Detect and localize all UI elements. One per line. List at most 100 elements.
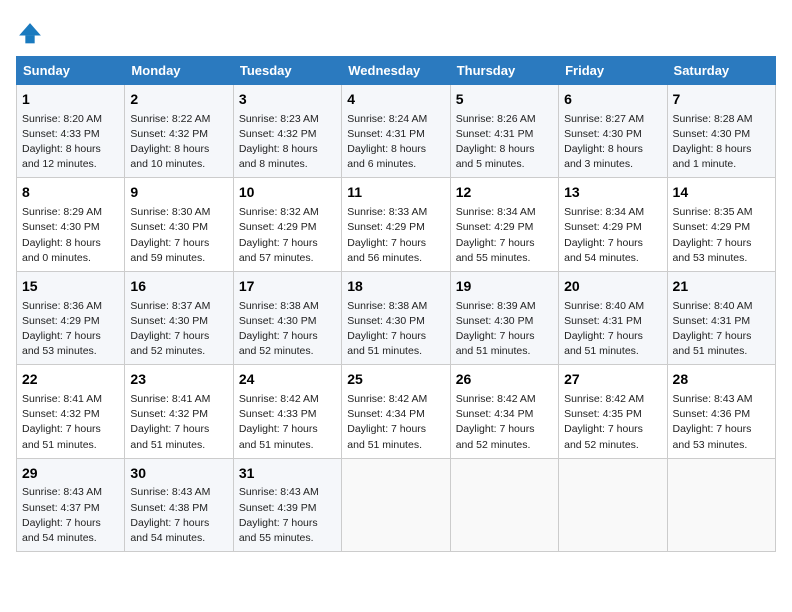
- day-info: Sunrise: 8:32 AMSunset: 4:29 PMDaylight:…: [239, 205, 336, 266]
- calendar-header-wednesday: Wednesday: [342, 57, 450, 85]
- calendar-cell: 5Sunrise: 8:26 AMSunset: 4:31 PMDaylight…: [450, 85, 558, 178]
- day-info: Sunrise: 8:34 AMSunset: 4:29 PMDaylight:…: [456, 205, 553, 266]
- calendar-header-monday: Monday: [125, 57, 233, 85]
- day-number: 29: [22, 464, 119, 484]
- day-info: Sunrise: 8:43 AMSunset: 4:36 PMDaylight:…: [673, 392, 770, 453]
- calendar-cell: 11Sunrise: 8:33 AMSunset: 4:29 PMDayligh…: [342, 178, 450, 271]
- day-number: 19: [456, 277, 553, 297]
- day-number: 30: [130, 464, 227, 484]
- logo-icon: [16, 20, 44, 48]
- calendar-cell: 27Sunrise: 8:42 AMSunset: 4:35 PMDayligh…: [559, 365, 667, 458]
- day-number: 21: [673, 277, 770, 297]
- calendar-cell: 1Sunrise: 8:20 AMSunset: 4:33 PMDaylight…: [17, 85, 125, 178]
- calendar-cell: 8Sunrise: 8:29 AMSunset: 4:30 PMDaylight…: [17, 178, 125, 271]
- day-info: Sunrise: 8:41 AMSunset: 4:32 PMDaylight:…: [22, 392, 119, 453]
- calendar-cell: 30Sunrise: 8:43 AMSunset: 4:38 PMDayligh…: [125, 458, 233, 551]
- calendar-header-friday: Friday: [559, 57, 667, 85]
- page-header: [16, 16, 776, 48]
- calendar-cell: 12Sunrise: 8:34 AMSunset: 4:29 PMDayligh…: [450, 178, 558, 271]
- day-info: Sunrise: 8:22 AMSunset: 4:32 PMDaylight:…: [130, 112, 227, 173]
- calendar-cell: 20Sunrise: 8:40 AMSunset: 4:31 PMDayligh…: [559, 271, 667, 364]
- day-info: Sunrise: 8:42 AMSunset: 4:33 PMDaylight:…: [239, 392, 336, 453]
- calendar-cell: [559, 458, 667, 551]
- day-info: Sunrise: 8:20 AMSunset: 4:33 PMDaylight:…: [22, 112, 119, 173]
- day-number: 6: [564, 90, 661, 110]
- calendar-cell: 31Sunrise: 8:43 AMSunset: 4:39 PMDayligh…: [233, 458, 341, 551]
- calendar-header-saturday: Saturday: [667, 57, 775, 85]
- day-number: 17: [239, 277, 336, 297]
- day-number: 24: [239, 370, 336, 390]
- day-number: 12: [456, 183, 553, 203]
- day-info: Sunrise: 8:28 AMSunset: 4:30 PMDaylight:…: [673, 112, 770, 173]
- day-number: 14: [673, 183, 770, 203]
- calendar-cell: 18Sunrise: 8:38 AMSunset: 4:30 PMDayligh…: [342, 271, 450, 364]
- day-number: 31: [239, 464, 336, 484]
- calendar-cell: [667, 458, 775, 551]
- day-info: Sunrise: 8:24 AMSunset: 4:31 PMDaylight:…: [347, 112, 444, 173]
- calendar-cell: 29Sunrise: 8:43 AMSunset: 4:37 PMDayligh…: [17, 458, 125, 551]
- calendar-cell: 14Sunrise: 8:35 AMSunset: 4:29 PMDayligh…: [667, 178, 775, 271]
- calendar-header-sunday: Sunday: [17, 57, 125, 85]
- calendar-cell: 22Sunrise: 8:41 AMSunset: 4:32 PMDayligh…: [17, 365, 125, 458]
- day-info: Sunrise: 8:40 AMSunset: 4:31 PMDaylight:…: [564, 299, 661, 360]
- day-info: Sunrise: 8:38 AMSunset: 4:30 PMDaylight:…: [239, 299, 336, 360]
- calendar-cell: 3Sunrise: 8:23 AMSunset: 4:32 PMDaylight…: [233, 85, 341, 178]
- day-info: Sunrise: 8:42 AMSunset: 4:34 PMDaylight:…: [347, 392, 444, 453]
- day-number: 11: [347, 183, 444, 203]
- day-info: Sunrise: 8:42 AMSunset: 4:35 PMDaylight:…: [564, 392, 661, 453]
- calendar-week-row: 29Sunrise: 8:43 AMSunset: 4:37 PMDayligh…: [17, 458, 776, 551]
- day-info: Sunrise: 8:35 AMSunset: 4:29 PMDaylight:…: [673, 205, 770, 266]
- calendar-cell: 4Sunrise: 8:24 AMSunset: 4:31 PMDaylight…: [342, 85, 450, 178]
- day-number: 28: [673, 370, 770, 390]
- day-info: Sunrise: 8:29 AMSunset: 4:30 PMDaylight:…: [22, 205, 119, 266]
- calendar-cell: 28Sunrise: 8:43 AMSunset: 4:36 PMDayligh…: [667, 365, 775, 458]
- day-number: 9: [130, 183, 227, 203]
- calendar-cell: 15Sunrise: 8:36 AMSunset: 4:29 PMDayligh…: [17, 271, 125, 364]
- calendar-cell: 23Sunrise: 8:41 AMSunset: 4:32 PMDayligh…: [125, 365, 233, 458]
- day-number: 5: [456, 90, 553, 110]
- day-number: 13: [564, 183, 661, 203]
- calendar-cell: 17Sunrise: 8:38 AMSunset: 4:30 PMDayligh…: [233, 271, 341, 364]
- day-number: 16: [130, 277, 227, 297]
- day-info: Sunrise: 8:43 AMSunset: 4:38 PMDaylight:…: [130, 485, 227, 546]
- calendar-cell: 6Sunrise: 8:27 AMSunset: 4:30 PMDaylight…: [559, 85, 667, 178]
- calendar-week-row: 15Sunrise: 8:36 AMSunset: 4:29 PMDayligh…: [17, 271, 776, 364]
- day-number: 27: [564, 370, 661, 390]
- day-info: Sunrise: 8:27 AMSunset: 4:30 PMDaylight:…: [564, 112, 661, 173]
- day-number: 1: [22, 90, 119, 110]
- day-number: 7: [673, 90, 770, 110]
- calendar-week-row: 1Sunrise: 8:20 AMSunset: 4:33 PMDaylight…: [17, 85, 776, 178]
- day-info: Sunrise: 8:23 AMSunset: 4:32 PMDaylight:…: [239, 112, 336, 173]
- day-info: Sunrise: 8:36 AMSunset: 4:29 PMDaylight:…: [22, 299, 119, 360]
- day-info: Sunrise: 8:41 AMSunset: 4:32 PMDaylight:…: [130, 392, 227, 453]
- day-number: 3: [239, 90, 336, 110]
- calendar-cell: 24Sunrise: 8:42 AMSunset: 4:33 PMDayligh…: [233, 365, 341, 458]
- day-info: Sunrise: 8:26 AMSunset: 4:31 PMDaylight:…: [456, 112, 553, 173]
- calendar-cell: 10Sunrise: 8:32 AMSunset: 4:29 PMDayligh…: [233, 178, 341, 271]
- day-info: Sunrise: 8:43 AMSunset: 4:37 PMDaylight:…: [22, 485, 119, 546]
- day-number: 23: [130, 370, 227, 390]
- calendar-cell: [450, 458, 558, 551]
- calendar-cell: 7Sunrise: 8:28 AMSunset: 4:30 PMDaylight…: [667, 85, 775, 178]
- day-info: Sunrise: 8:43 AMSunset: 4:39 PMDaylight:…: [239, 485, 336, 546]
- calendar-cell: 9Sunrise: 8:30 AMSunset: 4:30 PMDaylight…: [125, 178, 233, 271]
- day-number: 8: [22, 183, 119, 203]
- day-info: Sunrise: 8:30 AMSunset: 4:30 PMDaylight:…: [130, 205, 227, 266]
- day-info: Sunrise: 8:38 AMSunset: 4:30 PMDaylight:…: [347, 299, 444, 360]
- day-info: Sunrise: 8:33 AMSunset: 4:29 PMDaylight:…: [347, 205, 444, 266]
- calendar-header-row: SundayMondayTuesdayWednesdayThursdayFrid…: [17, 57, 776, 85]
- calendar-cell: 25Sunrise: 8:42 AMSunset: 4:34 PMDayligh…: [342, 365, 450, 458]
- calendar-header-tuesday: Tuesday: [233, 57, 341, 85]
- day-number: 18: [347, 277, 444, 297]
- calendar-header-thursday: Thursday: [450, 57, 558, 85]
- day-number: 26: [456, 370, 553, 390]
- day-number: 22: [22, 370, 119, 390]
- day-number: 10: [239, 183, 336, 203]
- day-number: 20: [564, 277, 661, 297]
- day-info: Sunrise: 8:40 AMSunset: 4:31 PMDaylight:…: [673, 299, 770, 360]
- calendar-table: SundayMondayTuesdayWednesdayThursdayFrid…: [16, 56, 776, 552]
- day-number: 4: [347, 90, 444, 110]
- calendar-cell: 2Sunrise: 8:22 AMSunset: 4:32 PMDaylight…: [125, 85, 233, 178]
- day-info: Sunrise: 8:37 AMSunset: 4:30 PMDaylight:…: [130, 299, 227, 360]
- day-number: 15: [22, 277, 119, 297]
